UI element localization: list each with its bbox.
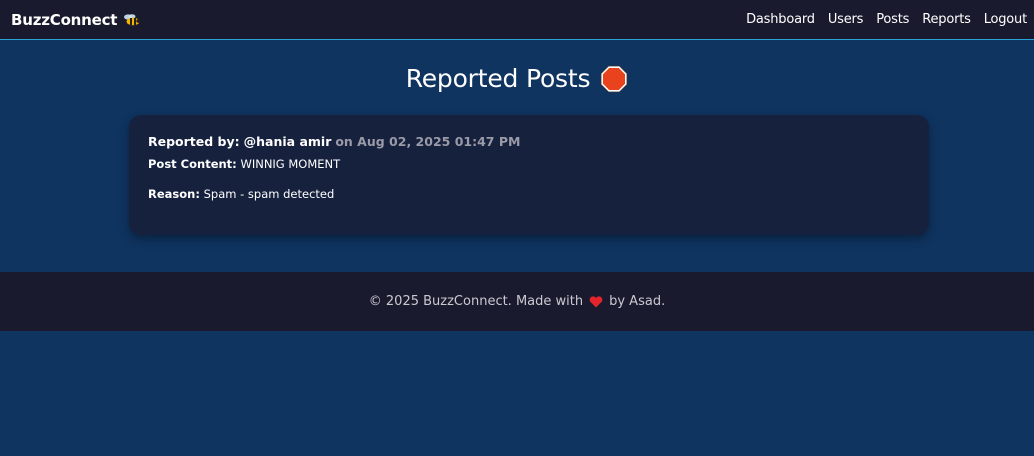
footer-text-before: © 2025 BuzzConnect. Made with [368, 294, 584, 309]
reporter-username: @hania amir [243, 134, 332, 149]
report-card: Reported by: @hania amir on Aug 02, 2025… [129, 115, 929, 235]
footer-text-after: by Asad. [609, 294, 666, 309]
bee-icon [123, 13, 141, 27]
reason-row: Reason: Spam - spam detected [148, 186, 910, 202]
brand-logo[interactable]: BuzzConnect [11, 11, 141, 29]
reason-label: Reason: [148, 187, 200, 201]
report-date: on Aug 02, 2025 01:47 PM [335, 134, 521, 149]
page-title: Reported Posts [0, 64, 1034, 93]
navbar: BuzzConnect Dashboard Users Posts Report… [0, 0, 1034, 40]
reason-value: Spam - spam detected [203, 187, 335, 201]
nav-link-posts[interactable]: Posts [876, 12, 909, 27]
reported-by-row: Reported by: @hania amir on Aug 02, 2025… [148, 133, 910, 150]
brand-name: BuzzConnect [11, 10, 118, 29]
nav-link-logout[interactable]: Logout [984, 12, 1028, 27]
stop-sign-icon [600, 65, 628, 93]
post-content-value: WINNIG MOMENT [240, 157, 341, 171]
post-content-label: Post Content: [148, 157, 237, 171]
footer: © 2025 BuzzConnect. Made with by Asad. [0, 272, 1034, 331]
nav-link-reports[interactable]: Reports [922, 12, 971, 27]
nav-links: Dashboard Users Posts Reports Logout [733, 12, 1027, 27]
heart-icon [589, 295, 603, 308]
nav-link-dashboard[interactable]: Dashboard [746, 12, 815, 27]
nav-link-users[interactable]: Users [828, 12, 864, 27]
page-title-text: Reported Posts [405, 64, 591, 93]
post-content-row: Post Content: WINNIG MOMENT [148, 156, 910, 172]
reported-by-label: Reported by: [148, 134, 240, 149]
